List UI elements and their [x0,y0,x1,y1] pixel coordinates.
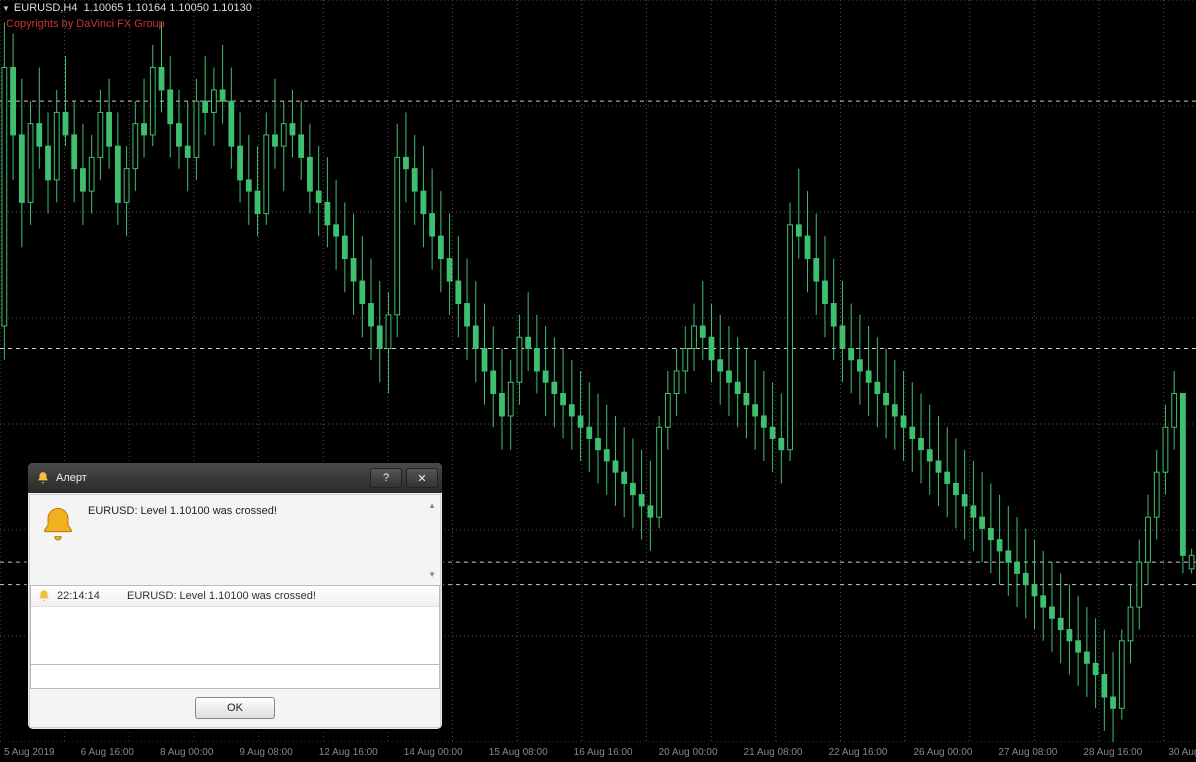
x-tick: 9 Aug 08:00 [239,747,292,758]
scroll-down-icon[interactable]: ▼ [428,570,436,579]
x-tick: 21 Aug 08:00 [744,747,803,758]
alert-title: Алерт [56,472,366,484]
bell-icon [38,505,78,545]
copyright-label: Copyrights by DaVinci FX Group [6,18,165,30]
log-time: 22:14:14 [57,590,127,602]
ohlc-values: 1.10065 1.10164 1.10050 1.10130 [84,2,252,14]
x-tick: 27 Aug 08:00 [998,747,1057,758]
close-button[interactable]: ✕ [406,468,438,488]
alert-dialog: Алерт ? ✕ EURUSD: Level 1.10100 was cros… [27,462,443,730]
x-tick: 28 Aug 16:00 [1083,747,1142,758]
alert-message: EURUSD: Level 1.10100 was crossed! [88,505,432,517]
symbol-timeframe: EURUSD,H4 [14,2,78,14]
x-tick: 22 Aug 16:00 [829,747,888,758]
x-axis: 5 Aug 2019 6 Aug 16:00 8 Aug 00:00 9 Aug 08… [0,742,1196,762]
x-tick: 30 Aug 00:00 [1168,747,1196,758]
x-tick: 8 Aug 00:00 [160,747,213,758]
help-button[interactable]: ? [370,468,402,488]
scroll-up-icon[interactable]: ▲ [428,501,436,510]
x-tick: 20 Aug 00:00 [659,747,718,758]
bell-icon [37,589,51,603]
dropdown-icon[interactable]: ▼ [2,4,10,13]
log-row[interactable]: 22:14:14 EURUSD: Level 1.10100 was cross… [31,586,439,607]
x-tick: 12 Aug 16:00 [319,747,378,758]
x-tick: 16 Aug 16:00 [574,747,633,758]
alert-titlebar[interactable]: Алерт ? ✕ [28,463,442,493]
ok-button[interactable]: OK [195,697,275,719]
bell-icon [36,471,50,485]
x-tick: 14 Aug 00:00 [404,747,463,758]
log-message: EURUSD: Level 1.10100 was crossed! [127,590,433,602]
x-tick: 15 Aug 08:00 [489,747,548,758]
x-tick: 6 Aug 16:00 [81,747,134,758]
alert-log: 22:14:14 EURUSD: Level 1.10100 was cross… [30,585,440,665]
x-tick: 5 Aug 2019 [4,747,55,758]
x-tick: 26 Aug 00:00 [913,747,972,758]
chart-title-bar: ▼ EURUSD,H4 1.10065 1.10164 1.10050 1.10… [2,2,252,14]
